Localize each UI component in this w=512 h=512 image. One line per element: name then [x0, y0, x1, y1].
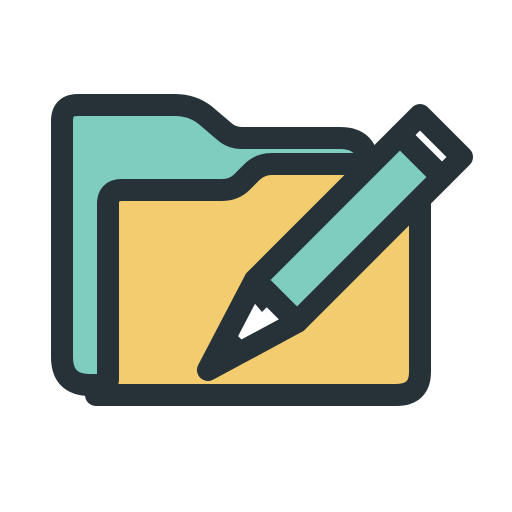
icon-canvas — [0, 0, 512, 512]
folder-edit-icon — [51, 94, 473, 406]
